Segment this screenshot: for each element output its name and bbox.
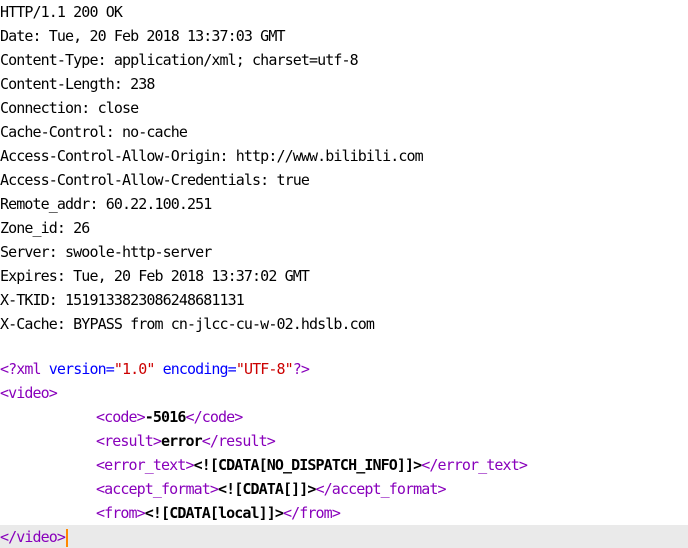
code-open-tag: <code> [96,408,146,426]
header-remote-addr: Remote_addr: 60.22.100.251 [0,195,212,213]
xml-error-text-line: <error_text><![CDATA[NO_DISPATCH_INFO]]>… [96,453,528,477]
header-x-cache: X-Cache: BYPASS from cn-jlcc-cu-w-02.hds… [0,315,375,333]
current-line-highlight: </video> [0,525,688,548]
accept-format-close-tag: </accept_format> [315,480,447,498]
xml-code-line: <code>-5016</code> [96,405,243,429]
xml-declaration: <?xml version="1.0" encoding="UTF-8"?> [0,357,310,381]
response-text-view[interactable]: HTTP/1.1 200 OK Date: Tue, 20 Feb 2018 1… [0,0,688,548]
xml-pi-close: ?> [292,360,310,378]
header-x-tkid: X-TKID: 1519133823086248681131 [0,291,245,309]
header-connection: Connection: close [0,99,139,117]
status-line: HTTP/1.1 200 OK [0,3,123,21]
xml-accept-format-line: <accept_format><![CDATA[]]></accept_form… [96,477,447,501]
from-open-tag: <from> [96,504,146,522]
header-acao: Access-Control-Allow-Origin: http://www.… [0,147,424,165]
result-open-tag: <result> [96,432,162,450]
xml-video-open-line: <video> [0,381,58,405]
video-close-tag: </video> [0,528,66,546]
error-text-open-tag: <error_text> [96,456,194,474]
result-close-tag: </result> [201,432,276,450]
header-server: Server: swoole-http-server [0,243,212,261]
code-value: -5016 [144,408,187,426]
error-text-close-tag: </error_text> [421,456,528,474]
accept-format-value: <![CDATA[]]> [217,480,316,498]
xml-version-attr: version= [48,360,115,378]
header-content-length: Content-Length: 238 [0,75,155,93]
xml-encoding-value: "UTF-8" [235,360,294,378]
text-cursor[interactable] [66,528,69,547]
xml-encoding-attr: encoding= [162,360,237,378]
header-zone-id: Zone_id: 26 [0,219,90,237]
code-close-tag: </code> [185,408,243,426]
header-date: Date: Tue, 20 Feb 2018 13:37:03 GMT [0,27,285,45]
xml-result-line: <result>error</result> [96,429,276,453]
xml-pi-open: <?xml [0,360,42,378]
error-text-value: <![CDATA[NO_DISPATCH_INFO]]> [193,456,423,474]
header-content-type: Content-Type: application/xml; charset=u… [0,51,359,69]
xml-from-line: <from><![CDATA[local]]></from> [96,501,341,525]
video-open-tag: <video> [0,384,58,402]
accept-format-open-tag: <accept_format> [96,480,219,498]
from-value: <![CDATA[local]]> [144,504,284,522]
header-cache-control: Cache-Control: no-cache [0,123,188,141]
from-close-tag: </from> [283,504,341,522]
xml-version-value: "1.0" [113,360,156,378]
header-acac: Access-Control-Allow-Credentials: true [0,171,310,189]
result-value: error [161,432,203,450]
header-expires: Expires: Tue, 20 Feb 2018 13:37:02 GMT [0,267,310,285]
